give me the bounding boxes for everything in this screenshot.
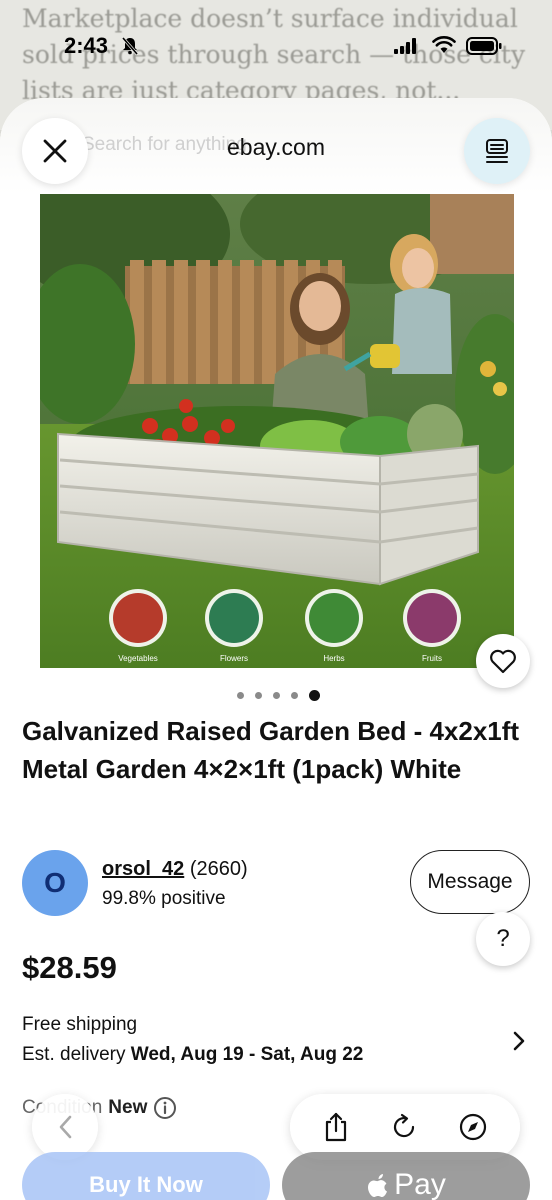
watchlist-button[interactable] — [476, 634, 530, 688]
delivery-dates: Wed, Aug 19 - Sat, Aug 22 — [130, 1044, 364, 1065]
apple-pay-label: Pay — [394, 1168, 446, 1200]
apple-pay-button[interactable]: Pay — [282, 1152, 530, 1200]
condition-value: New — [108, 1097, 148, 1118]
price: $28.59 — [22, 950, 117, 985]
carousel-dot[interactable] — [236, 692, 244, 699]
close-button[interactable] — [22, 118, 88, 184]
heart-icon — [490, 649, 516, 674]
badge-label: Fruits — [422, 654, 442, 663]
back-icon — [59, 1115, 72, 1139]
shipping-row[interactable]: Free shipping Est. delivery Wed, Aug 19 … — [22, 1014, 530, 1074]
battery-icon — [466, 37, 502, 55]
close-icon — [43, 139, 67, 163]
carousel-indicator[interactable] — [0, 690, 552, 701]
seller-info: orsol_42 (2660) — [102, 858, 248, 881]
compass-icon[interactable] — [458, 1112, 488, 1142]
info-icon[interactable] — [153, 1096, 177, 1120]
delivery-estimate: Est. delivery Wed, Aug 19 - Sat, Aug 22 — [22, 1044, 530, 1066]
status-time: 2:43 — [64, 33, 109, 58]
share-icon[interactable] — [322, 1111, 350, 1143]
reload-icon[interactable] — [389, 1112, 419, 1142]
status-bar: 2:43 — [0, 0, 552, 92]
buy-it-now-button[interactable]: Buy It Now — [22, 1152, 270, 1200]
apple-icon — [368, 1174, 388, 1197]
carousel-dot-active[interactable] — [308, 690, 320, 701]
product-title: Galvanized Raised Garden Bed - 4x2x1ft M… — [22, 716, 520, 784]
back-button[interactable] — [32, 1094, 98, 1160]
product-sheet: Search for anything ebay.com Vegetables … — [0, 98, 552, 1200]
message-button[interactable]: Message — [410, 850, 530, 914]
seller-name-link[interactable]: orsol_42 — [102, 858, 184, 880]
carousel-dot[interactable] — [290, 692, 298, 699]
garden-bed-photo: Vegetables Flowers Herbs Fruits — [40, 194, 514, 668]
badge-label: Vegetables — [118, 654, 158, 663]
badge-label: Herbs — [323, 654, 344, 663]
avatar[interactable]: O — [22, 850, 88, 916]
reader-icon — [486, 139, 508, 163]
product-image[interactable]: Vegetables Flowers Herbs Fruits — [40, 194, 514, 668]
badge-label: Flowers — [220, 654, 248, 663]
browser-header: Search for anything ebay.com — [0, 98, 552, 194]
chevron-right-icon — [513, 1031, 525, 1051]
bell-slash-icon — [121, 37, 139, 55]
signal-icon — [394, 38, 416, 54]
seller-feedback-count: (2660) — [189, 858, 248, 880]
carousel-dot[interactable] — [254, 692, 262, 699]
shipping-label: Free shipping — [22, 1014, 138, 1035]
carousel-dot[interactable] — [272, 692, 280, 699]
delivery-label: Est. delivery — [22, 1044, 126, 1065]
browser-toolbar — [290, 1094, 520, 1160]
seller-feedback-percent: 99.8% positive — [102, 888, 226, 909]
wifi-icon — [432, 36, 456, 53]
reader-mode-button[interactable] — [464, 118, 530, 184]
help-button[interactable]: ? — [476, 912, 530, 966]
